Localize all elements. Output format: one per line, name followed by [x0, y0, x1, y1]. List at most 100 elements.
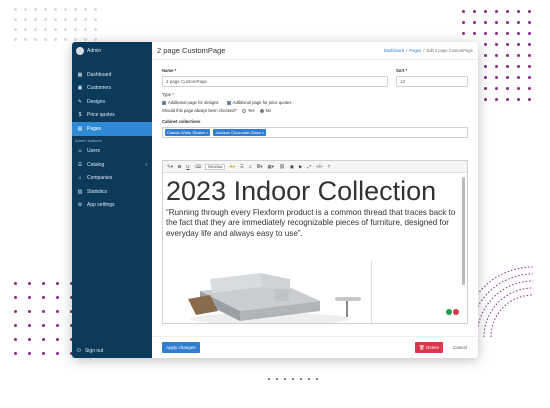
sidebar-section-title: Admin features	[75, 137, 102, 143]
eraser-icon[interactable]: ⌫	[194, 164, 202, 170]
bold-icon[interactable]: B	[177, 164, 182, 169]
decor-dot	[517, 10, 520, 13]
decor-dot	[484, 32, 487, 35]
name-label: Name *	[162, 68, 177, 73]
decor-dot	[495, 10, 498, 13]
bullet-list-icon[interactable]: ☰	[239, 164, 245, 170]
breadcrumb-pages[interactable]: Pages	[409, 48, 421, 53]
decor-dot	[14, 28, 17, 31]
collection-tag[interactable]: Classic White Shaker ×	[165, 129, 211, 136]
sidebar-item-app-settings[interactable]: ⚙ App settings	[72, 199, 152, 213]
cancel-button[interactable]: Cancel	[449, 342, 471, 353]
designs-checkbox[interactable]: Additional page for designs	[162, 100, 219, 105]
breadcrumb-current: Edit 2 page CustomPage	[426, 48, 473, 53]
user-name: Admin	[87, 48, 102, 54]
sidebar-item-users[interactable]: ☺ Users	[72, 145, 152, 159]
decor-dot	[495, 98, 498, 101]
decor-dot	[14, 324, 17, 327]
app-window: Admin ▦ Dashboard ▣ Customers ✎ Designs …	[72, 42, 478, 358]
decor-dot	[506, 54, 509, 57]
decor-dot	[484, 98, 487, 101]
radio-yes[interactable]	[241, 108, 246, 113]
decor-dot	[74, 28, 77, 31]
designs-checkbox-label: Additional page for designs	[168, 100, 219, 105]
rich-text-editor[interactable]: ✎▾ B U ⌫ Helvetica A▾ ☰ ≡ ≣▾ ▦▾ ⛓ ▣ ▶ ⤢ …	[162, 160, 468, 324]
decor-dot	[64, 18, 67, 21]
help-icon[interactable]: ?	[327, 164, 332, 169]
decor-dot	[56, 296, 59, 299]
decor-dot	[54, 18, 57, 21]
sidebar-nav: ▦ Dashboard ▣ Customers ✎ Designs $ Pric…	[72, 68, 152, 212]
numbered-list-icon[interactable]: ≡	[248, 164, 253, 169]
decor-dot	[517, 43, 520, 46]
decor-dot	[506, 10, 509, 13]
sidebar-item-customers[interactable]: ▣ Customers	[72, 82, 152, 96]
decor-dot	[506, 32, 509, 35]
image-icon[interactable]: ▣	[289, 164, 295, 170]
sidebar-item-designs[interactable]: ✎ Designs	[72, 95, 152, 109]
magic-icon[interactable]: ✎▾	[166, 164, 174, 170]
sidebar-item-statistics[interactable]: ▥ Statistics	[72, 185, 152, 199]
align-icon[interactable]: ≣▾	[256, 164, 264, 170]
decor-dot	[56, 310, 59, 313]
decor-dots-bottom	[268, 378, 324, 386]
sidebar-item-price-quotes[interactable]: $ Price quotes	[72, 109, 152, 123]
decor-dot	[276, 378, 278, 380]
decor-dot	[517, 87, 520, 90]
apply-changes-button[interactable]: Apply changes	[162, 342, 200, 353]
decor-dot	[495, 76, 498, 79]
pages-icon: ▤	[77, 125, 83, 132]
user-profile[interactable]: Admin	[72, 42, 152, 60]
radio-no[interactable]	[259, 108, 264, 113]
checkbox-checked[interactable]	[162, 100, 166, 105]
decor-dot	[300, 378, 302, 380]
grammar-badge[interactable]	[446, 309, 459, 315]
sort-input[interactable]: 12	[396, 76, 468, 87]
sidebar-item-pages[interactable]: ▤ Pages	[72, 122, 152, 136]
decor-dot	[14, 338, 17, 341]
sidebar-item-label: Pages	[87, 125, 102, 132]
sidebar-item-catalog[interactable]: ☰ Catalog ›	[72, 158, 152, 172]
sidebar-item-dashboard[interactable]: ▦ Dashboard	[72, 68, 152, 82]
breadcrumb-dashboard[interactable]: Dashboard	[384, 48, 405, 53]
sidebar-item-label: Designs	[87, 98, 106, 105]
sign-out-label: Sign out	[84, 348, 104, 354]
decor-dot	[462, 32, 465, 35]
users-icon: ☺	[77, 148, 83, 155]
decor-dot	[28, 338, 31, 341]
checkbox-checked[interactable]	[226, 100, 231, 105]
decor-dot	[94, 38, 97, 41]
video-icon[interactable]: ▶	[298, 164, 303, 170]
delete-button[interactable]: 🗑 Delete	[415, 342, 443, 353]
editor-content[interactable]: 2023 Indoor Collection “Running through …	[166, 177, 462, 323]
decor-dot	[14, 296, 17, 299]
decor-dot	[34, 38, 37, 41]
sidebar-item-companies[interactable]: ⌂ Companies	[72, 172, 152, 186]
companies-icon: ⌂	[78, 175, 82, 182]
editor-scrollbar[interactable]	[462, 177, 465, 285]
table-icon[interactable]: ▦▾	[267, 164, 276, 170]
content-divider	[371, 261, 372, 323]
collections-select[interactable]: Classic White Shaker × Jackson Chocolate…	[162, 127, 468, 138]
collection-tag[interactable]: Jackson Chocolate Glaze ×	[213, 129, 267, 136]
price-icon: $	[78, 112, 82, 119]
decor-dot	[528, 21, 531, 24]
underline-icon[interactable]: U	[185, 164, 190, 169]
decor-dot	[44, 28, 47, 31]
decor-dot	[56, 352, 59, 355]
decor-dot	[528, 54, 531, 57]
type-label: Type *	[162, 92, 174, 97]
name-input[interactable]: 2 page CustomPage	[162, 76, 388, 87]
sign-out-link[interactable]: ⏻ Sign out	[77, 348, 103, 354]
sidebar-item-label: App settings	[87, 202, 115, 209]
quotes-checkbox[interactable]: Additional page for price quotes	[226, 100, 291, 105]
catalog-icon: ☰	[77, 161, 83, 168]
color-icon[interactable]: A▾	[228, 164, 236, 170]
fullscreen-icon[interactable]: ⤢	[307, 164, 313, 169]
decor-dot	[484, 65, 487, 68]
link-icon[interactable]: ⛓	[278, 164, 286, 170]
code-view-icon[interactable]: </>	[315, 164, 324, 169]
decor-dot	[28, 282, 31, 285]
font-select[interactable]: Helvetica	[204, 163, 226, 170]
decor-dot	[484, 87, 487, 90]
